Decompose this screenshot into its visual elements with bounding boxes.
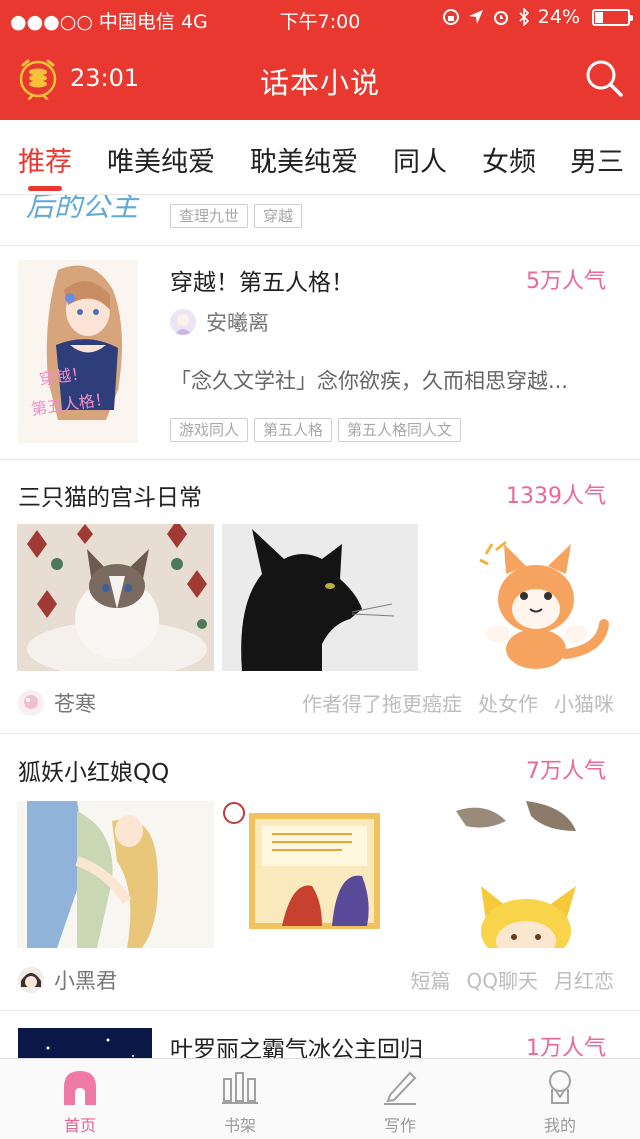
night-sky-cover — [18, 1028, 152, 1058]
author-line[interactable]: 安曦离 — [170, 307, 269, 337]
story-tags: 短篇 QQ聊天 月红恋 — [395, 965, 614, 994]
avatar — [18, 967, 44, 993]
story-image — [426, 801, 623, 948]
black-cat-photo — [222, 524, 418, 671]
tab-bl[interactable]: 耽美纯爱 — [250, 140, 358, 179]
popularity-count: 1万人气 — [526, 1036, 606, 1058]
tag[interactable]: 小猫咪 — [554, 692, 614, 716]
tags-row: 查理九世 穿越 — [170, 204, 308, 228]
fox-spirit-illustration — [426, 801, 623, 948]
tags-row: 游戏同人 第五人格 第五人格同人文 — [170, 418, 467, 442]
anime-couple-illustration — [17, 801, 214, 948]
tabbar-label: 首页 — [63, 1116, 96, 1135]
rotation-lock-icon — [442, 9, 459, 25]
battery-fill — [595, 11, 604, 23]
book-title: 叶罗丽之霸气冰公主回归 — [170, 1037, 423, 1058]
tag[interactable]: QQ聊天 — [467, 969, 538, 993]
book-title: 穿越！第五人格！ — [170, 270, 354, 296]
tabbar-label: 我的 — [543, 1116, 576, 1135]
tag[interactable]: 第五人格同人文 — [338, 418, 462, 442]
home-icon — [64, 1071, 96, 1105]
tabbar-home[interactable]: 首页 — [25, 1067, 135, 1136]
story-image — [17, 801, 214, 948]
tab-recommend[interactable]: 推荐 — [18, 140, 72, 179]
tag[interactable]: 第五人格 — [254, 418, 333, 442]
tabbar-profile[interactable]: 我的 — [505, 1067, 615, 1136]
nav-bar: 23:01 话本小说 — [0, 38, 640, 120]
battery-icon — [592, 8, 633, 26]
tab-indicator — [28, 186, 62, 191]
story-image — [426, 524, 623, 671]
tag[interactable]: 游戏同人 — [170, 418, 249, 442]
ragdoll-cat-photo — [17, 524, 214, 671]
tabbar-bookshelf[interactable]: 书架 — [185, 1067, 295, 1136]
tabbar-label: 写作 — [383, 1116, 416, 1135]
app-title: 话本小说 — [259, 66, 380, 100]
battery-percent: 24% — [537, 6, 580, 28]
tab-male[interactable]: 男三 — [570, 140, 624, 179]
avatar — [18, 690, 44, 716]
bottom-tab-bar: 首页 书架 写作 我的 — [0, 1058, 640, 1139]
profile-icon — [549, 1070, 571, 1104]
tabbar-write[interactable]: 写作 — [345, 1067, 455, 1136]
popularity-count: 5万人气 — [526, 269, 606, 294]
tag[interactable]: 穿越 — [254, 204, 303, 228]
alarm-icon — [493, 11, 508, 25]
tabbar-label: 书架 — [223, 1116, 256, 1135]
story-title: 狐妖小红娘QQ — [18, 760, 170, 786]
story-image — [17, 524, 214, 671]
anime-girl-cover-illustration: 穿越！ 第五人格！ — [18, 260, 138, 443]
popularity-count: 1339人气 — [506, 484, 606, 509]
location-icon — [468, 10, 483, 24]
avatar — [170, 309, 196, 335]
divider — [0, 1010, 640, 1011]
bluetooth-icon — [519, 8, 529, 26]
status-right: 24% — [442, 6, 633, 28]
category-tabs: 推荐 唯美纯爱 耽美纯爱 同人 女频 男三 — [0, 120, 640, 195]
tab-female[interactable]: 女频 — [482, 140, 536, 179]
popularity-count: 7万人气 — [526, 759, 606, 784]
book-cover: 后的公主 — [18, 195, 152, 229]
author-line[interactable]: 苍寒 — [18, 688, 96, 718]
author-name: 安曦离 — [206, 311, 269, 335]
author-name: 苍寒 — [54, 692, 96, 716]
author-line[interactable]: 小黑君 — [18, 965, 117, 995]
story-tags: 作者得了拖更癌症 处女作 小猫咪 — [286, 688, 614, 717]
bookshelf-icon — [222, 1072, 258, 1104]
pen-icon — [384, 1071, 417, 1105]
search-icon[interactable] — [584, 58, 624, 98]
feed: 后的公主 查理九世 穿越 穿越！ 第五人格！ 穿越！第五人格！ 5万人气 安曦离… — [0, 195, 640, 1058]
comic-panel-illustration — [222, 801, 418, 948]
author-name: 小黑君 — [54, 969, 117, 993]
tag[interactable]: 处女作 — [478, 692, 538, 716]
tag[interactable]: 月红恋 — [554, 969, 614, 993]
story-image — [222, 524, 418, 671]
cartoon-cat-drawing — [426, 524, 623, 671]
tag[interactable]: 短篇 — [411, 969, 451, 993]
story-title: 三只猫的宫斗日常 — [18, 485, 202, 511]
status-bar: ●●●○○ 中国电信 4G 下午7:00 24% — [0, 0, 640, 38]
book-description: 「念久文学社」念你欲疾，久而相思穿越... — [170, 369, 569, 393]
tag[interactable]: 查理九世 — [170, 204, 249, 228]
book-cover: 穿越！ 第五人格！ — [18, 260, 138, 443]
story-image — [222, 801, 418, 948]
cover-title-art: 后的公主 — [26, 195, 139, 223]
divider — [0, 459, 640, 460]
tag[interactable]: 作者得了拖更癌症 — [302, 692, 462, 716]
tab-romance[interactable]: 唯美纯爱 — [107, 140, 215, 179]
divider — [0, 245, 640, 246]
book-cover — [18, 1028, 152, 1058]
tab-fanfic[interactable]: 同人 — [393, 140, 447, 179]
divider — [0, 733, 640, 734]
